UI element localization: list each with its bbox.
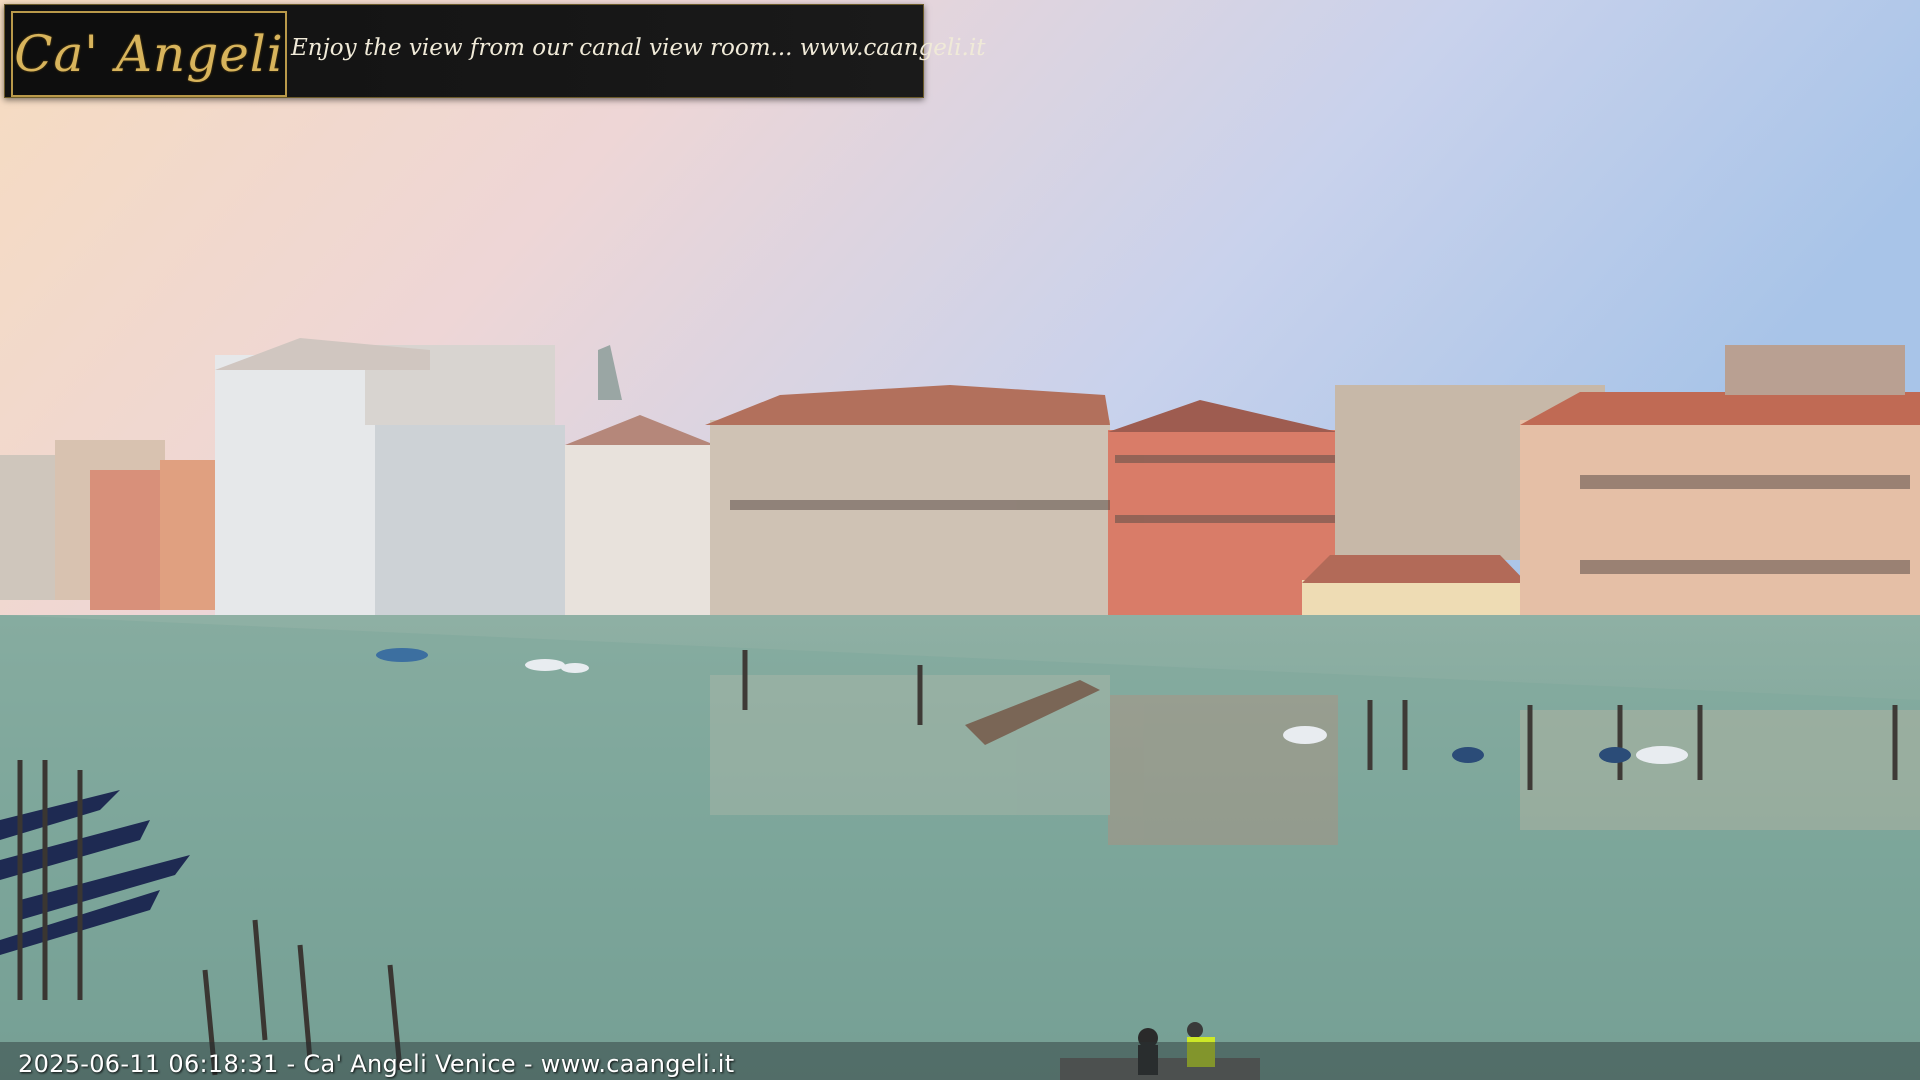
hotel-logo-text: Ca' Angeli [14,25,284,83]
hotel-logo: Ca' Angeli [11,11,287,97]
footer-bar: 2025-06-11 06:18:31 - Ca' Angeli Venice … [0,1042,1920,1080]
timestamp-caption: 2025-06-11 06:18:31 - Ca' Angeli Venice … [18,1050,735,1078]
webcam-scene [0,0,1920,1080]
hotel-banner: Ca' Angeli Enjoy the view from our canal… [4,4,985,98]
left-palazzi [0,440,220,610]
scaffold-building [375,425,565,625]
banner-tagline: Enjoy the view from our canal view room.… [291,35,986,61]
